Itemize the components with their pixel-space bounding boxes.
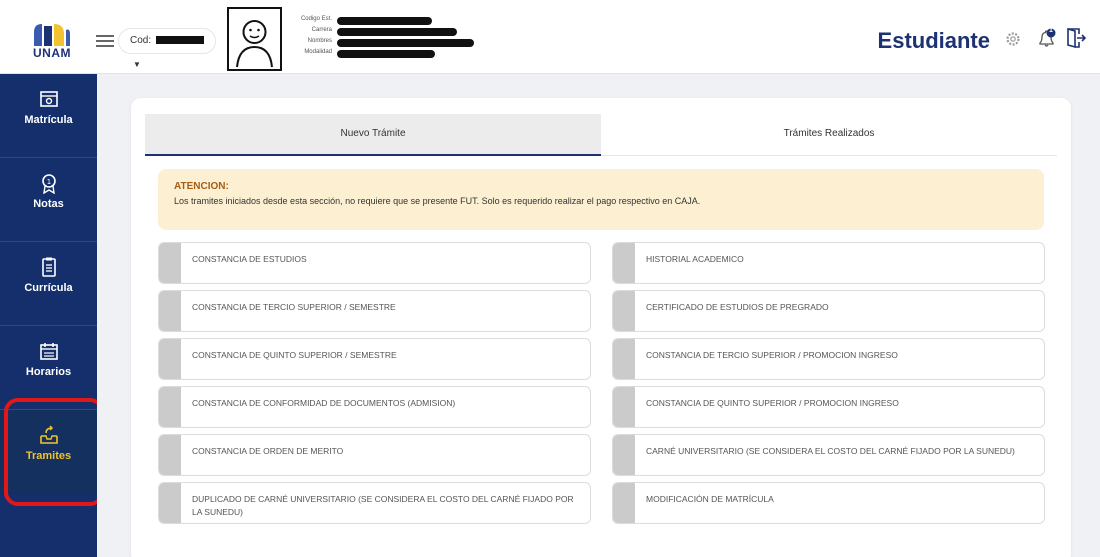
redacted-value	[337, 17, 432, 25]
redacted-value	[337, 28, 457, 36]
sidebar-item-matricula[interactable]: Matrícula	[0, 74, 97, 158]
gear-icon	[1006, 32, 1020, 46]
info-label: Carrera	[311, 27, 332, 33]
logo-mark-icon	[34, 24, 70, 46]
procedure-label: MODIFICACIÓN DE MATRÍCULA	[646, 494, 774, 504]
sidebar-item-label: Horarios	[25, 366, 72, 378]
procedure-label: DUPLICADO DE CARNÉ UNIVERSITARIO (SE CON…	[192, 494, 574, 517]
info-row-career: Carrera	[290, 26, 490, 37]
sidebar-item-horarios[interactable]: Horarios	[0, 326, 97, 410]
info-label: Nombres	[307, 38, 332, 44]
procedure-item[interactable]: CONSTANCIA DE ESTUDIOS	[158, 242, 591, 284]
inbox-upload-icon	[39, 425, 58, 444]
item-marker	[159, 291, 181, 331]
sidebar-item-notas[interactable]: 1 Notas	[0, 158, 97, 242]
settings-button[interactable]	[1005, 31, 1021, 52]
procedure-item[interactable]: CERTIFICADO DE ESTUDIOS DE PREGRADO	[612, 290, 1045, 332]
sidebar-item-label: Matrícula	[24, 114, 73, 126]
item-marker	[159, 243, 181, 283]
item-marker	[613, 243, 635, 283]
menu-toggle-button[interactable]	[96, 35, 114, 47]
role-title: Estudiante	[877, 28, 990, 53]
info-label: Codigo Est.	[300, 16, 332, 22]
notification-count: 1	[1049, 27, 1053, 34]
procedure-item[interactable]: CONSTANCIA DE QUINTO SUPERIOR / SEMESTRE	[158, 338, 591, 380]
medal-icon: 1	[41, 174, 56, 194]
item-marker	[613, 387, 635, 427]
procedure-item[interactable]: CONSTANCIA DE ORDEN DE MERITO	[158, 434, 591, 476]
procedure-item[interactable]: MODIFICACIÓN DE MATRÍCULA	[612, 482, 1045, 524]
calendar-icon	[39, 343, 58, 360]
procedure-label: CONSTANCIA DE QUINTO SUPERIOR / SEMESTRE	[192, 350, 397, 360]
item-marker	[613, 435, 635, 475]
procedure-label: CONSTANCIA DE QUINTO SUPERIOR / PROMOCIO…	[646, 398, 899, 408]
logo-text: UNAM	[33, 46, 71, 60]
svg-text:1: 1	[46, 178, 50, 186]
logout-button[interactable]	[1065, 27, 1087, 54]
info-label: Modalidad	[304, 49, 332, 55]
item-marker	[159, 483, 181, 523]
procedure-label: CARNÉ UNIVERSITARIO (SE CONSIDERA EL COS…	[646, 446, 1015, 456]
alert-title: ATENCION:	[174, 181, 229, 192]
top-header: UNAM Cod: ▼ Codigo Est. Carrera Nombres	[0, 0, 1100, 74]
notifications-button[interactable]: 1	[1036, 27, 1058, 55]
student-info: Codigo Est. Carrera Nombres Modalidad	[290, 15, 490, 59]
menu-icon	[96, 35, 114, 37]
main-content: Nuevo Trámite Trámites Realizados ATENCI…	[97, 74, 1100, 557]
caret-down-icon: ▼	[133, 60, 141, 69]
info-row-modality: Modalidad	[290, 48, 490, 59]
sidebar: Matrícula 1 Notas Currícula Horarios Tra…	[0, 74, 97, 557]
cod-label: Cod:	[130, 35, 152, 46]
tab-tramites-realizados[interactable]: Trámites Realizados	[601, 114, 1057, 156]
tab-nuevo-tramite[interactable]: Nuevo Trámite	[145, 114, 601, 156]
unam-logo[interactable]: UNAM	[30, 22, 74, 60]
bell-icon	[1039, 28, 1056, 47]
procedure-label: CONSTANCIA DE TERCIO SUPERIOR / SEMESTRE	[192, 302, 396, 312]
procedure-item[interactable]: CONSTANCIA DE CONFORMIDAD DE DOCUMENTOS …	[158, 386, 591, 428]
procedure-item[interactable]: CARNÉ UNIVERSITARIO (SE CONSIDERA EL COS…	[612, 434, 1045, 476]
item-marker	[159, 387, 181, 427]
item-marker	[159, 435, 181, 475]
procedure-item[interactable]: CONSTANCIA DE TERCIO SUPERIOR / SEMESTRE	[158, 290, 591, 332]
info-row-code: Codigo Est.	[290, 15, 490, 26]
sidebar-item-label: Notas	[33, 198, 64, 210]
logout-icon	[1067, 27, 1087, 49]
sidebar-item-label: Currícula	[24, 282, 73, 294]
sidebar-item-label: Tramites	[25, 450, 72, 462]
procedure-item[interactable]: DUPLICADO DE CARNÉ UNIVERSITARIO (SE CON…	[158, 482, 591, 524]
sidebar-item-tramites[interactable]: Tramites	[0, 410, 97, 494]
procedure-label: HISTORIAL ACADEMICO	[646, 254, 744, 264]
procedure-item[interactable]: HISTORIAL ACADEMICO	[612, 242, 1045, 284]
procedures-card: Nuevo Trámite Trámites Realizados ATENCI…	[131, 98, 1071, 557]
procedure-label: CONSTANCIA DE CONFORMIDAD DE DOCUMENTOS …	[192, 398, 456, 408]
person-icon	[236, 20, 273, 68]
attention-alert: ATENCION: Los tramites iniciados desde e…	[158, 169, 1044, 230]
student-code-select[interactable]: Cod: ▼	[118, 28, 216, 69]
redacted-value	[337, 50, 435, 58]
redacted-value	[337, 39, 474, 47]
procedure-label: CONSTANCIA DE TERCIO SUPERIOR / PROMOCIO…	[646, 350, 898, 360]
redacted-code	[155, 36, 204, 45]
item-marker	[613, 339, 635, 379]
student-avatar	[227, 7, 282, 71]
item-marker	[613, 291, 635, 331]
alert-text: Los tramites iniciados desde esta secció…	[174, 196, 701, 206]
sidebar-item-curricula[interactable]: Currícula	[0, 242, 97, 326]
document-icon	[41, 257, 56, 277]
procedure-item[interactable]: CONSTANCIA DE TERCIO SUPERIOR / PROMOCIO…	[612, 338, 1045, 380]
procedure-label: CONSTANCIA DE ORDEN DE MERITO	[192, 446, 344, 456]
wallet-icon	[39, 91, 58, 107]
procedure-label: CONSTANCIA DE ESTUDIOS	[192, 254, 307, 264]
info-row-names: Nombres	[290, 37, 490, 48]
item-marker	[159, 339, 181, 379]
procedure-label: CERTIFICADO DE ESTUDIOS DE PREGRADO	[646, 302, 829, 312]
item-marker	[613, 483, 635, 523]
procedure-item[interactable]: CONSTANCIA DE QUINTO SUPERIOR / PROMOCIO…	[612, 386, 1045, 428]
